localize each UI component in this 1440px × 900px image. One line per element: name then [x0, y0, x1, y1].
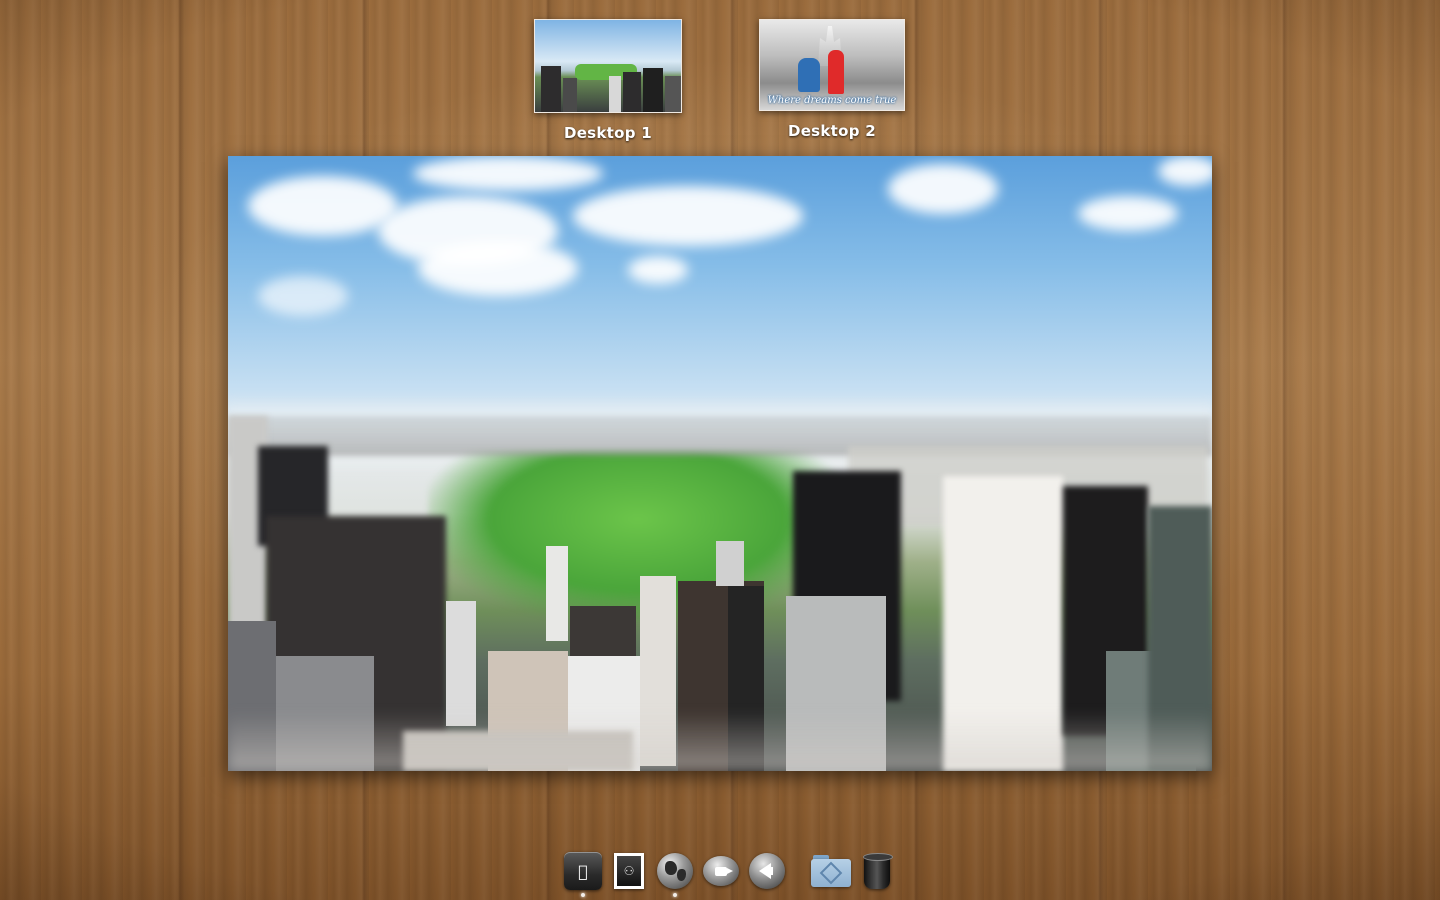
city-wallpaper-thumbnail	[535, 20, 681, 112]
dock-item-facetime[interactable]	[701, 851, 741, 891]
dock-item-dropbox-folder[interactable]	[811, 851, 851, 891]
desktop-preview[interactable]	[228, 156, 1212, 771]
dock-item-finder[interactable]: 	[563, 851, 603, 897]
space-desktop-2[interactable]: Where dreams come true Desktop 2	[759, 19, 905, 140]
park	[428, 451, 848, 621]
dock:  ⚇	[563, 849, 897, 897]
dock-item-safari[interactable]	[655, 851, 695, 897]
dock-item-volume[interactable]	[747, 851, 787, 891]
wallpaper-caption: Where dreams come true	[767, 95, 897, 106]
space-label: Desktop 1	[563, 124, 653, 142]
space-thumbnail[interactable]: Where dreams come true	[759, 19, 905, 111]
photo-stamp-icon: ⚇	[614, 853, 644, 889]
trash-icon	[863, 853, 893, 889]
folder-icon	[811, 855, 851, 887]
apple-icon: 	[564, 852, 602, 890]
running-indicator	[581, 893, 585, 897]
space-label: Desktop 2	[787, 122, 877, 140]
speaker-icon	[749, 853, 785, 889]
dock-item-preview[interactable]: ⚇	[609, 851, 649, 891]
space-desktop-1[interactable]: Desktop 1	[534, 19, 682, 142]
running-indicator	[673, 893, 677, 897]
dock-item-trash[interactable]	[857, 851, 897, 891]
globe-icon	[657, 853, 693, 889]
facetime-icon	[703, 856, 739, 886]
disney-wallpaper-thumbnail: Where dreams come true	[760, 20, 904, 110]
space-thumbnail[interactable]	[534, 19, 682, 113]
